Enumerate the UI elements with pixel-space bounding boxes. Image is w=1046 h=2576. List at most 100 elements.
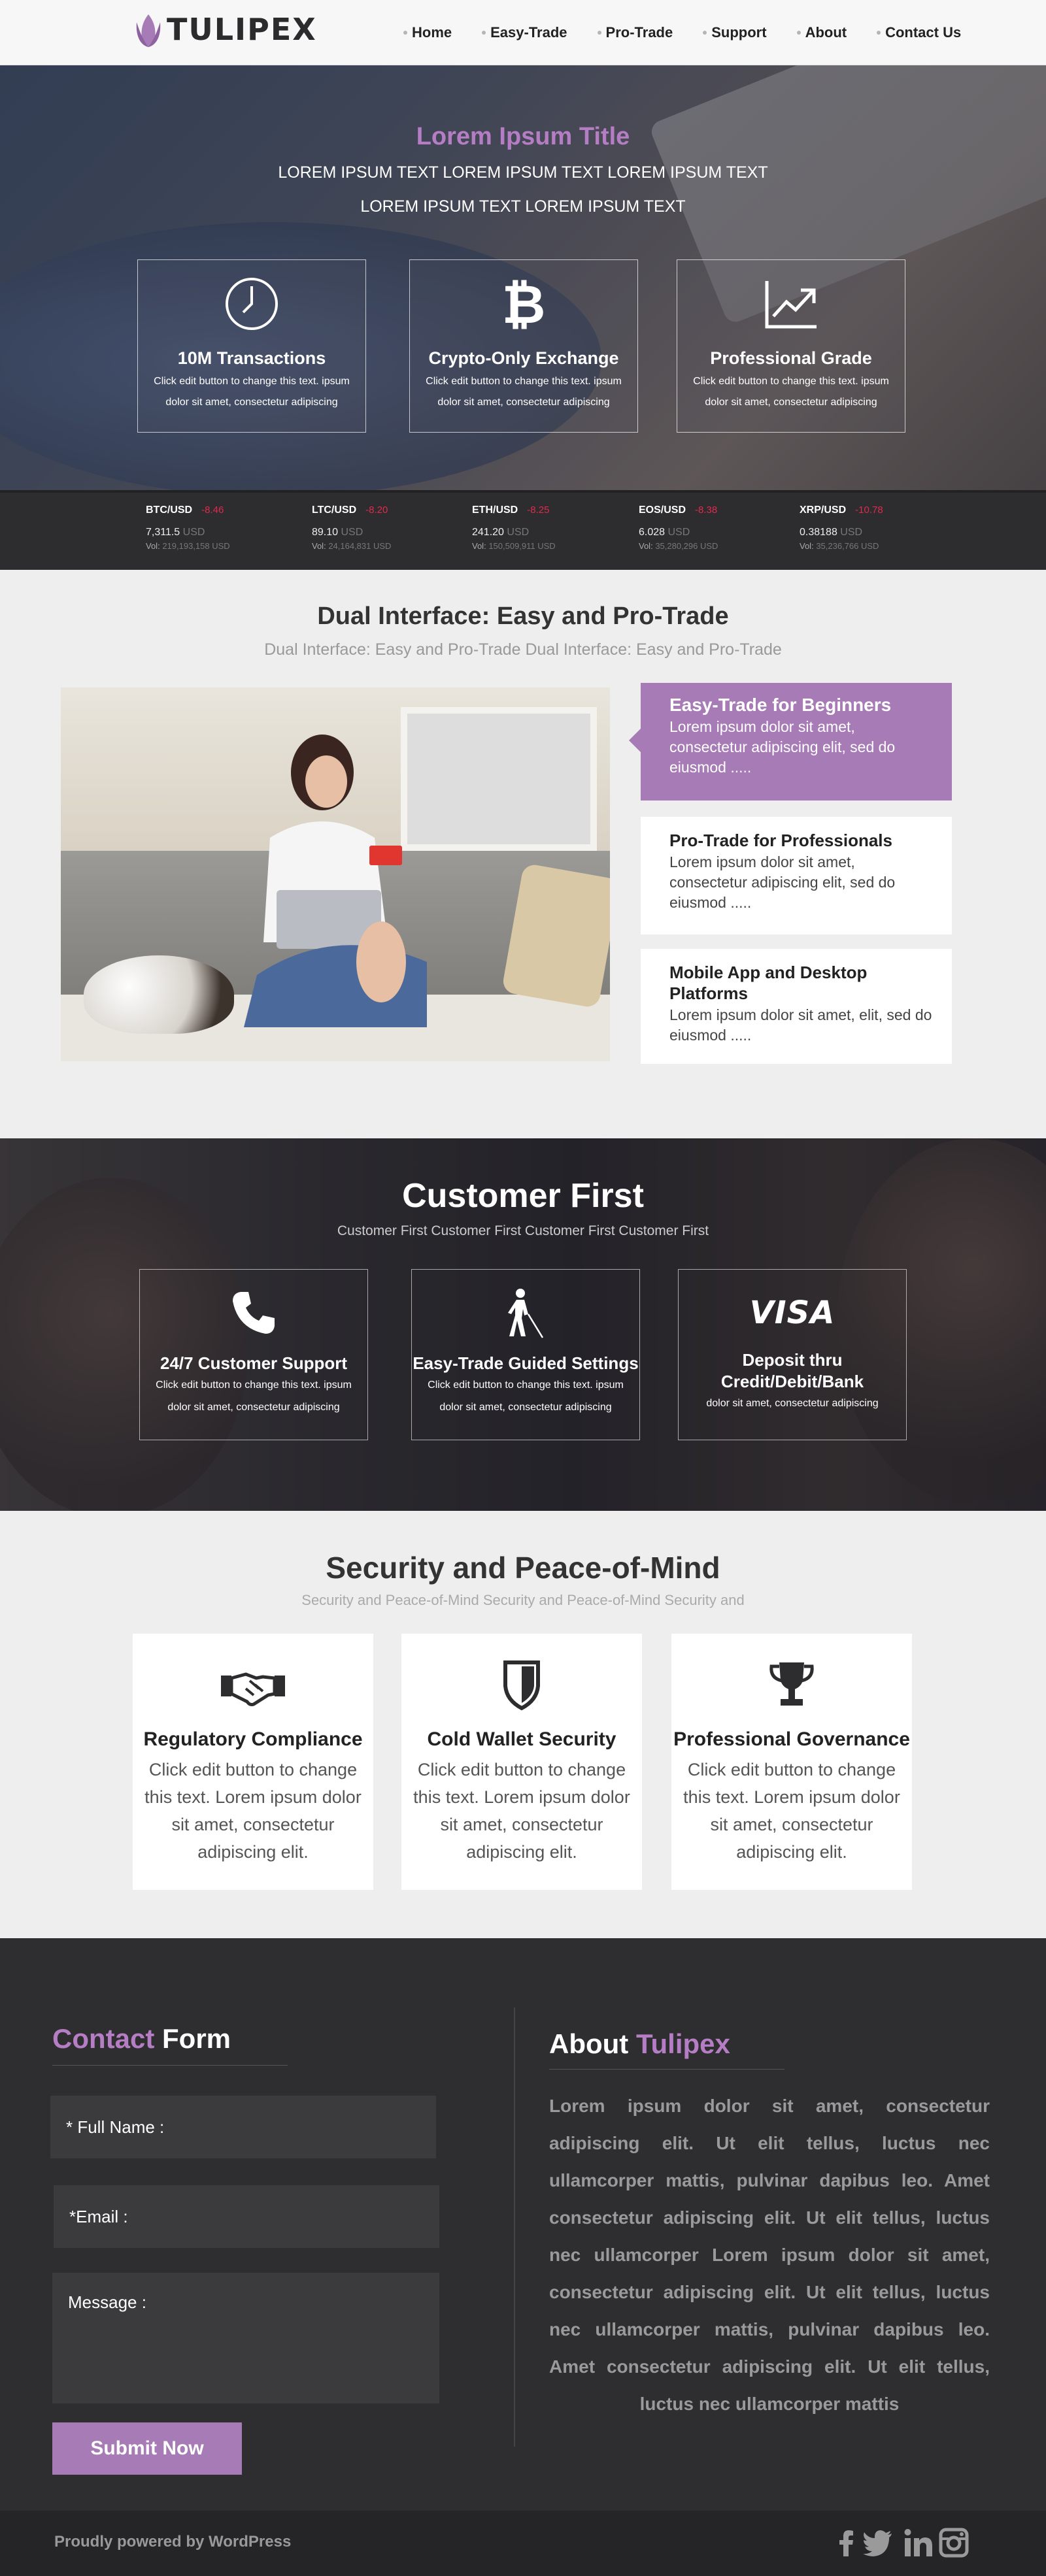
ticker-unit: USD [840,527,863,538]
ticker-price: 6.028 [639,527,666,538]
contact-heading-underline [52,2065,288,2066]
card-title: Regulatory Compliance [143,1728,363,1750]
nav-bullet-icon [597,31,601,35]
hero-title: Lorem Ipsum Title [416,123,630,150]
logo-text: TULIPEX [167,12,317,47]
nav-about[interactable]: About [796,24,847,41]
ticker-unit: USD [182,527,205,538]
submit-button[interactable]: Submit Now [52,2422,242,2475]
ticker-volume: 35,280,296 USD [655,541,718,551]
hero-text-line-1: LOREM IPSUM TEXT LOREM IPSUM TEXT LOREM … [278,163,768,182]
ticker-price: 241.20 [472,527,504,538]
security-title: Security and Peace-of-Mind [326,1551,720,1585]
nav-support[interactable]: Support [703,24,767,41]
ticker-vol-label: Vol: [146,541,160,551]
nav-easy-trade[interactable]: Easy-Trade [482,24,567,41]
nav-label: Easy-Trade [490,24,567,41]
nav-bullet-icon [877,31,881,35]
nav-label: Support [711,24,767,41]
deposit-box: VISA Deposit thru Credit/Debit/Bank dolo… [678,1269,907,1440]
nav-home[interactable]: Home [403,24,452,41]
linkedin-icon[interactable] [902,2526,935,2559]
message-field[interactable]: Message : [52,2273,439,2403]
ticker-change: -10.78 [855,504,883,516]
ticker-unit: USD [341,527,363,538]
ticker-price: 0.38188 [800,527,837,538]
box-title: 24/7 Customer Support [160,1353,348,1373]
feature-title: Crypto-Only Exchange [428,348,619,368]
tulip-logo-icon [136,14,161,47]
ticker-item-eos[interactable]: EOS/USD -8.38 6.028 USD Vol: 35,280,296 U… [639,504,718,551]
easy-trade-card[interactable]: Easy-Trade for Beginners Lorem ipsum dol… [629,683,952,801]
box-desc: dolor sit amet, consectetur adipiscing [706,1398,879,1409]
ticker-volume: 219,193,158 USD [162,541,230,551]
contact-heading-accent: Contact [52,2023,155,2054]
ticker-change: -8.20 [365,504,388,516]
woman-laptop-photo [61,687,610,1061]
feature-desc: Click edit button to change this text. i… [154,376,350,408]
customer-first-subtitle: Customer First Customer First Customer F… [337,1223,709,1238]
feature-title: 10M Transactions [177,348,326,368]
ticker-item-xrp[interactable]: XRP/USD -10.78 0.38188 USD Vol: 35,236,76… [800,504,883,551]
feature-box-transactions: 10M Transactions Click edit button to ch… [137,259,366,433]
ticker-change: -8.46 [201,504,224,516]
logo[interactable]: TULIPEX [134,9,317,50]
contact-heading-rest: Form [154,2023,231,2054]
ticker-vol-label: Vol: [800,541,814,551]
handshake-icon [221,1672,285,1706]
card-desc: Lorem ipsum dolor sit amet, consectetur … [669,853,896,911]
nav-label: Contact Us [885,24,962,41]
pro-trade-card[interactable]: Pro-Trade for Professionals Lorem ipsum … [641,817,952,934]
box-desc: Click edit button to change this text. i… [428,1379,624,1413]
photo-woman-figure [244,735,427,1027]
regulatory-card: Regulatory Compliance Click edit button … [133,1634,373,1890]
ticker-item-eth[interactable]: ETH/USD -8.25 241.20 USD Vol: 150,509,911… [472,504,556,551]
dual-section-title: Dual Interface: Easy and Pro-Trade [317,603,729,630]
card-desc: Click edit button to change this text. L… [683,1760,900,1862]
nav-bullet-icon [482,31,486,35]
guided-settings-box: Easy-Trade Guided Settings Click edit bu… [411,1269,640,1440]
card-title: Cold Wallet Security [427,1728,616,1750]
card-title: Easy-Trade for Beginners [669,695,892,715]
nav-label: About [805,24,847,41]
full-name-field[interactable]: * Full Name : [50,2096,436,2158]
twitter-icon[interactable] [862,2526,894,2559]
card-desc: Lorem ipsum dolor sit amet, consectetur … [669,718,896,776]
nav-contact-us[interactable]: Contact Us [877,24,961,41]
ticker-volume: 35,236,766 USD [816,541,879,551]
nav-label: Pro-Trade [605,24,673,41]
governance-card: Professional Governance Click edit butto… [671,1634,912,1890]
card-title: Mobile App and Desktop Platforms [669,963,868,1003]
about-text: Lorem ipsum dolor sit amet, consectetur … [549,2096,990,2414]
feature-desc: Click edit button to change this text. i… [693,376,889,408]
box-title: Easy-Trade Guided Settings [413,1353,639,1373]
ticker-vol-label: Vol: [472,541,486,551]
about-heading-plain: About [549,2028,636,2059]
ticker-vol-label: Vol: [312,541,326,551]
ticker-volume: 150,509,911 USD [488,541,556,551]
mobile-desktop-card[interactable]: Mobile App and Desktop Platforms Lorem i… [641,949,952,1064]
email-field[interactable]: *Email : [54,2185,439,2248]
ticker-item-ltc[interactable]: LTC/USD -8.20 89.10 USD Vol: 24,164,831 U… [312,504,391,551]
contact-form-heading: Contact Form [52,2023,231,2055]
about-heading: About Tulipex [549,2028,730,2060]
powered-by-text: Proudly powered by WordPress [54,2533,292,2551]
shield-icon [503,1660,540,1711]
ticker-vol-label: Vol: [639,541,653,551]
support-box: 24/7 Customer Support Click edit button … [139,1269,368,1440]
card-desc: Click edit button to change this text. L… [144,1760,362,1862]
card-desc: Click edit button to change this text. L… [413,1760,630,1862]
nav-pro-trade[interactable]: Pro-Trade [597,24,673,41]
instagram-icon[interactable] [937,2526,970,2559]
feature-desc: Click edit button to change this text. i… [426,376,622,408]
blind-person-icon [508,1289,544,1338]
security-subtitle: Security and Peace-of-Mind Security and … [301,1592,745,1608]
feature-title: Professional Grade [710,348,872,368]
ticker-item-btc[interactable]: BTC/USD -8.46 7,311.5 USD Vol: 219,193,15… [146,504,230,551]
box-title: Deposit thru Credit/Debit/Bank [720,1350,864,1391]
ticker-change: -8.38 [695,504,718,516]
nav-label: Home [412,24,452,41]
trending-up-icon [765,281,817,329]
ticker-price: 89.10 [312,527,339,538]
facebook-icon[interactable] [830,2526,863,2559]
